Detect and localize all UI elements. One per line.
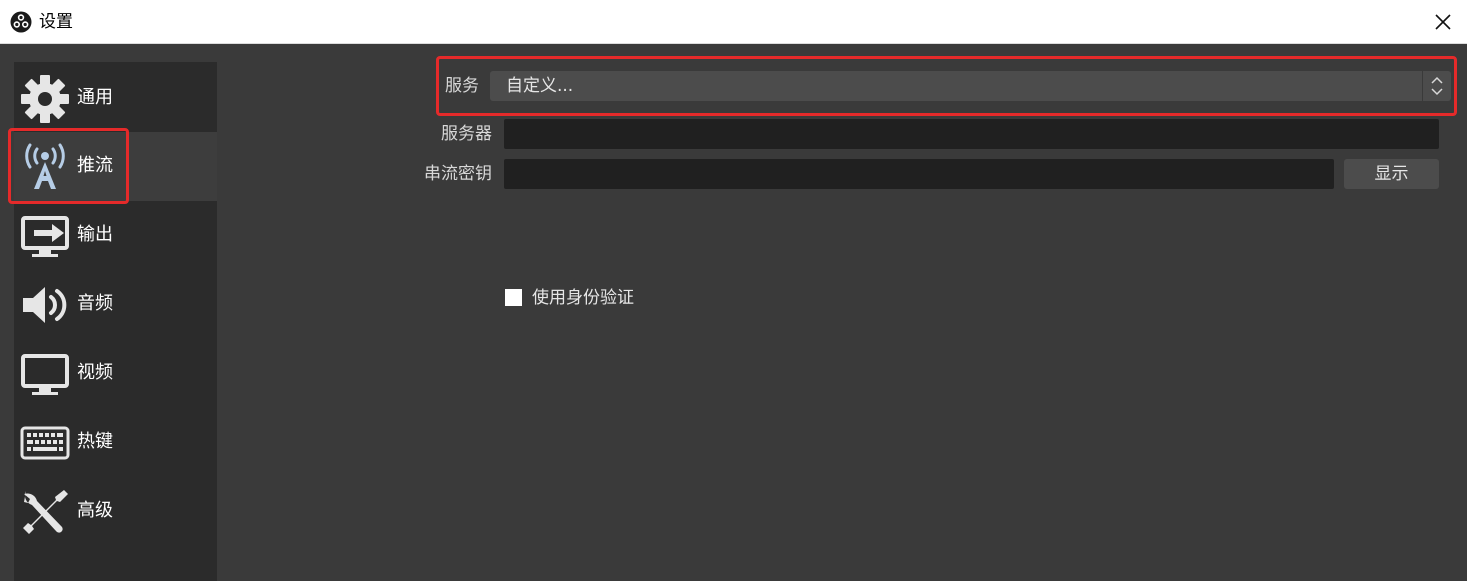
sidebar-item-hotkeys[interactable]: 热键 (14, 408, 217, 477)
obs-logo-icon (10, 11, 32, 33)
broadcast-antenna-icon (25, 143, 65, 189)
sidebar-item-stream[interactable]: 推流 (14, 132, 217, 201)
chevron-up-down-icon (1431, 76, 1443, 96)
show-key-button-label: 显示 (1374, 164, 1409, 184)
window-title: 设置 (39, 12, 73, 32)
sidebar-item-video[interactable]: 视频 (14, 339, 217, 408)
wrench-screwdriver-icon (23, 490, 68, 534)
sidebar-item-output[interactable]: 输出 (14, 201, 217, 270)
server-label: 服务器 (441, 124, 492, 144)
use-auth-label[interactable]: 使用身份验证 (532, 288, 634, 308)
sidebar-item-label: 音频 (77, 293, 113, 314)
keyboard-icon (20, 426, 70, 460)
service-label: 服务 (445, 76, 479, 96)
show-key-button[interactable]: 显示 (1344, 159, 1439, 189)
sidebar-item-general[interactable]: 通用 (14, 64, 217, 133)
use-auth-checkbox[interactable] (505, 289, 522, 306)
speaker-icon (23, 287, 67, 323)
settings-sidebar: 通用 推流 输出 音频 视频 热键 高级 (14, 62, 217, 581)
sidebar-item-label: 高级 (77, 500, 113, 521)
monitor-output-icon (21, 216, 69, 257)
stream-key-input[interactable] (504, 159, 1334, 189)
server-input[interactable] (504, 119, 1439, 149)
sidebar-item-audio[interactable]: 音频 (14, 270, 217, 339)
sidebar-item-label: 推流 (77, 155, 113, 176)
gear-icon (21, 75, 69, 123)
sidebar-item-label: 输出 (77, 224, 113, 245)
sidebar-item-label: 通用 (77, 87, 113, 108)
service-select-value: 自定义... (506, 76, 574, 96)
sidebar-item-advanced[interactable]: 高级 (14, 477, 217, 546)
select-arrows[interactable] (1422, 71, 1451, 101)
title-bar: 设置 (0, 0, 1467, 44)
settings-body: 通用 推流 输出 音频 视频 热键 高级 服务 自定义... 服务器 串流密钥 … (0, 44, 1467, 581)
stream-key-label: 串流密钥 (424, 164, 492, 184)
service-select[interactable]: 自定义... (490, 71, 1451, 101)
sidebar-item-label: 热键 (77, 431, 113, 452)
monitor-icon (21, 354, 69, 395)
sidebar-item-label: 视频 (77, 362, 113, 383)
close-icon[interactable] (1433, 12, 1453, 32)
